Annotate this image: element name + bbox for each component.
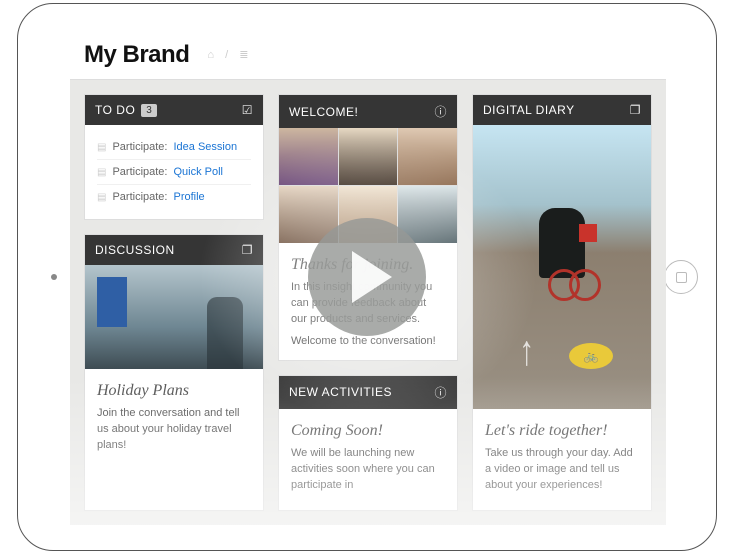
todo-link[interactable]: Quick Poll xyxy=(173,166,223,178)
todo-link[interactable]: Idea Session xyxy=(173,141,237,153)
play-button[interactable] xyxy=(308,218,426,336)
home-button[interactable] xyxy=(664,260,698,294)
discussion-header-title: DISCUSSION xyxy=(95,243,175,257)
face-thumb xyxy=(279,128,338,185)
bike-wheel xyxy=(569,269,601,301)
activities-title: Coming Soon! xyxy=(291,419,445,442)
activities-header-title: NEW ACTIVITIES xyxy=(289,385,392,399)
discussion-body: Join the conversation and tell us about … xyxy=(97,406,251,454)
diary-body: Take us through your day. Add a video or… xyxy=(485,446,639,494)
welcome-body-2: Welcome to the conversation! xyxy=(291,334,445,350)
discussion-title: Holiday Plans xyxy=(97,379,251,402)
todo-prefix: Participate: xyxy=(112,191,167,203)
info-icon[interactable]: ⓘ xyxy=(434,103,447,120)
todo-card: TO DO 3 ☑ ▤ Participate: Idea Session ▤ xyxy=(84,94,264,220)
chat-icon: ▤ xyxy=(97,192,106,203)
diary-header: DIGITAL DIARY ❐ xyxy=(473,95,651,125)
brand-logo: My Brand xyxy=(84,41,189,69)
breadcrumb-sep: / xyxy=(225,49,228,61)
rider-silhouette xyxy=(539,208,585,278)
diary-header-title: DIGITAL DIARY xyxy=(483,103,575,117)
speech-icon[interactable]: ❐ xyxy=(242,243,253,257)
welcome-header: WELCOME! ⓘ xyxy=(279,95,457,128)
speech-icon[interactable]: ❐ xyxy=(630,103,641,117)
todo-count-badge: 3 xyxy=(141,104,157,117)
road-bike-sign: 🚲 xyxy=(569,343,613,369)
todo-item[interactable]: ▤ Participate: Idea Session xyxy=(97,135,251,160)
breadcrumb: ⌂ / ≣ xyxy=(203,48,252,61)
column-right: DIGITAL DIARY ❐ ↑ 🚲 Let's ride together!… xyxy=(472,94,652,511)
discussion-image xyxy=(85,265,263,369)
activities-card[interactable]: NEW ACTIVITIES ⓘ Coming Soon! We will be… xyxy=(278,375,458,511)
todo-list: ▤ Participate: Idea Session ▤ Participat… xyxy=(85,125,263,219)
todo-prefix: Participate: xyxy=(112,166,167,178)
activities-body: We will be launching new activities soon… xyxy=(291,446,445,494)
diary-title: Let's ride together! xyxy=(485,419,639,442)
todo-header: TO DO 3 ☑ xyxy=(85,95,263,125)
check-icon[interactable]: ☑ xyxy=(242,103,253,117)
activities-header: NEW ACTIVITIES ⓘ xyxy=(279,376,457,409)
stats-icon[interactable]: ≣ xyxy=(239,49,248,61)
top-bar: My Brand ⌂ / ≣ xyxy=(70,30,666,80)
info-icon[interactable]: ⓘ xyxy=(434,384,447,401)
discussion-header: DISCUSSION ❐ xyxy=(85,235,263,265)
play-icon xyxy=(352,251,392,303)
face-thumb xyxy=(398,128,457,185)
todo-title: TO DO xyxy=(95,103,135,117)
column-left: TO DO 3 ☑ ▤ Participate: Idea Session ▤ xyxy=(84,94,264,511)
welcome-header-title: WELCOME! xyxy=(289,105,358,119)
camera-dot xyxy=(51,274,57,280)
todo-item[interactable]: ▤ Participate: Quick Poll xyxy=(97,160,251,185)
todo-prefix: Participate: xyxy=(112,141,167,153)
todo-link[interactable]: Profile xyxy=(173,191,204,203)
discussion-card[interactable]: DISCUSSION ❐ Holiday Plans Join the conv… xyxy=(84,234,264,511)
chat-icon: ▤ xyxy=(97,142,106,153)
home-icon[interactable]: ⌂ xyxy=(207,49,214,61)
road-arrow-icon: ↑ xyxy=(519,328,534,376)
chat-icon: ▤ xyxy=(97,167,106,178)
face-thumb xyxy=(339,128,398,185)
diary-card[interactable]: DIGITAL DIARY ❐ ↑ 🚲 Let's ride together!… xyxy=(472,94,652,511)
todo-item[interactable]: ▤ Participate: Profile xyxy=(97,185,251,209)
diary-image: ↑ 🚲 xyxy=(473,125,651,409)
